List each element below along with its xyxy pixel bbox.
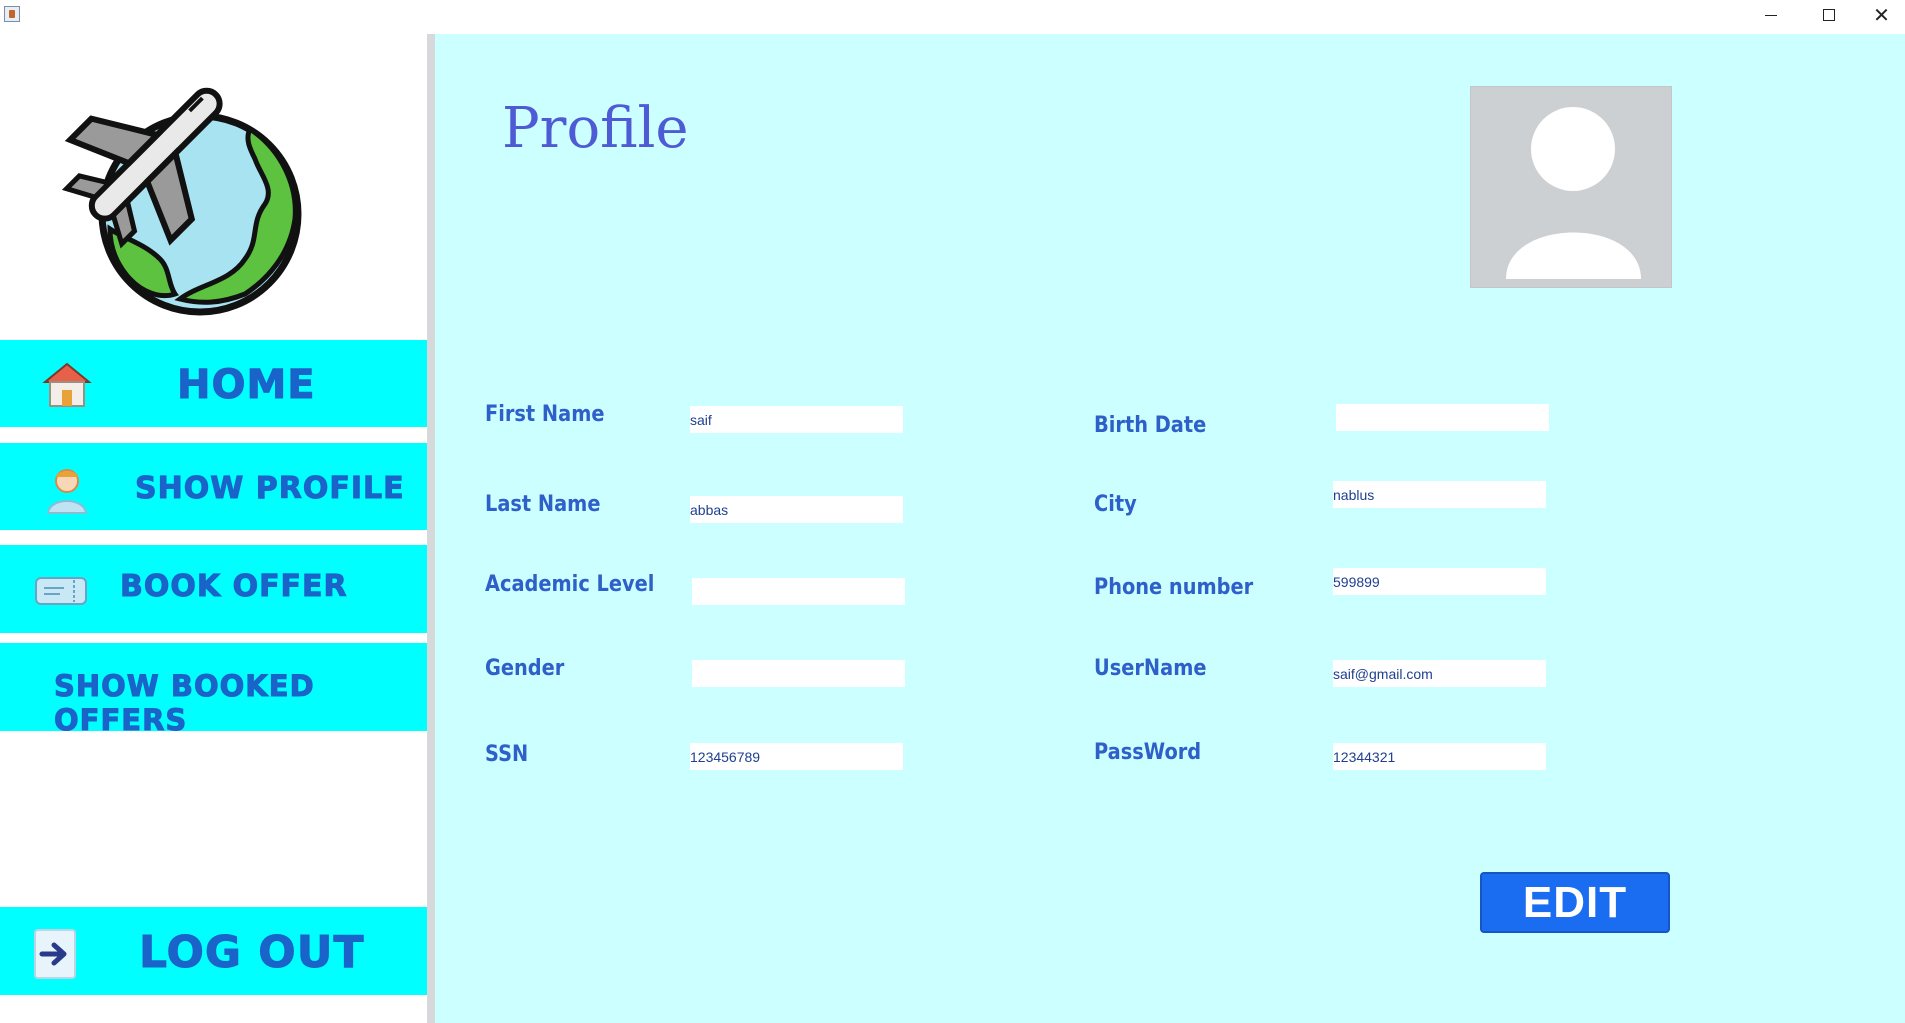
academic-level-field[interactable]	[692, 578, 905, 605]
gender-label: Gender	[485, 656, 565, 681]
sidebar-item-show-profile[interactable]: SHOW PROFILE	[0, 443, 427, 530]
sidebar-item-label: SHOW BOOKED OFFERS	[54, 669, 315, 738]
edit-button[interactable]: EDIT	[1480, 872, 1670, 933]
sidebar-item-label: SHOW PROFILE	[135, 471, 405, 507]
sidebar-item-label: LOG OUT	[138, 927, 365, 979]
birth-date-label: Birth Date	[1094, 413, 1207, 438]
sidebar-item-label: BOOK OFFER	[120, 569, 348, 605]
ssn-field[interactable]	[690, 743, 903, 770]
password-field[interactable]	[1333, 743, 1546, 770]
profile-panel: Profile First Name Last Name Academic Le…	[435, 34, 1905, 1023]
birth-date-field[interactable]	[1336, 404, 1549, 431]
first-name-label: First Name	[485, 402, 605, 427]
password-label: PassWord	[1094, 740, 1202, 765]
city-field[interactable]	[1333, 481, 1546, 508]
window-titlebar: ✕	[0, 0, 1905, 34]
maximize-button[interactable]	[1800, 0, 1858, 30]
gender-field[interactable]	[692, 660, 905, 687]
minimize-button[interactable]	[1742, 0, 1800, 30]
sidebar-item-log-out[interactable]: LOG OUT	[0, 907, 427, 995]
avatar-placeholder-icon	[1470, 86, 1672, 288]
last-name-label: Last Name	[485, 492, 601, 517]
airplane-globe-logo	[61, 87, 302, 316]
user-icon	[46, 469, 88, 514]
sidebar-item-home[interactable]: HOME	[0, 340, 427, 427]
sidebar-item-show-booked-offers[interactable]: SHOW BOOKED OFFERS	[0, 643, 427, 738]
close-icon: ✕	[1873, 4, 1890, 27]
ticket-icon	[35, 577, 87, 605]
sidebar-item-book-offer[interactable]: BOOK OFFER	[0, 545, 427, 633]
java-app-icon	[4, 6, 20, 22]
city-label: City	[1094, 492, 1137, 517]
minimize-icon	[1765, 14, 1777, 16]
sidebar: HOME SHOW PROFILE BOOK OFFER SHOW BOOKED…	[0, 34, 427, 1023]
last-name-field[interactable]	[690, 496, 903, 523]
sidebar-divider	[427, 34, 435, 1023]
arrow-right-icon	[34, 929, 76, 979]
username-field[interactable]	[1333, 660, 1546, 687]
maximize-icon	[1823, 9, 1835, 21]
avatar-silhouette	[1506, 107, 1641, 279]
close-button[interactable]: ✕	[1858, 0, 1905, 30]
phone-number-field[interactable]	[1333, 568, 1546, 595]
first-name-field[interactable]	[690, 406, 903, 433]
phone-number-label: Phone number	[1094, 575, 1254, 600]
username-label: UserName	[1094, 656, 1207, 681]
page-title: Profile	[502, 96, 689, 161]
house-icon	[42, 362, 92, 407]
sidebar-item-label: HOME	[177, 362, 316, 409]
academic-level-label: Academic Level	[485, 572, 655, 597]
ssn-label: SSN	[485, 742, 529, 767]
